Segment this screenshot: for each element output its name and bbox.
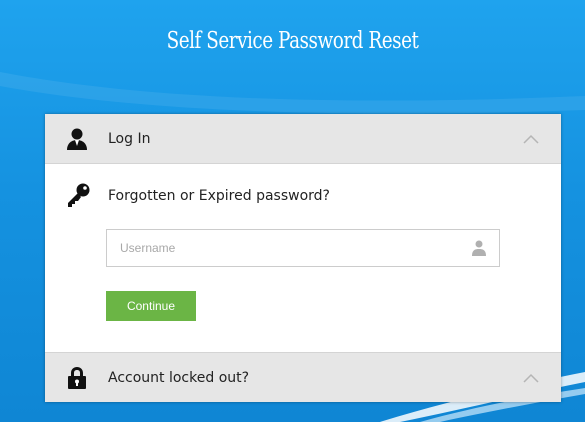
key-icon xyxy=(68,183,90,207)
username-input[interactable] xyxy=(107,230,470,266)
login-panel: Log In Forgotten or Expired password? Co… xyxy=(45,114,561,402)
user-icon xyxy=(67,128,87,150)
chevron-up-icon[interactable] xyxy=(523,134,539,144)
username-field[interactable] xyxy=(106,229,500,267)
forgotten-password-row: Forgotten or Expired password? xyxy=(45,182,561,212)
user-icon xyxy=(472,240,486,256)
lock-icon xyxy=(68,366,86,389)
page-title: Self Service Password Reset xyxy=(166,28,419,54)
chevron-up-icon[interactable] xyxy=(523,373,539,383)
locked-section-header[interactable]: Account locked out? xyxy=(45,352,561,402)
login-section-header[interactable]: Log In xyxy=(45,114,561,164)
login-section-label: Log In xyxy=(108,130,151,147)
locked-section-label: Account locked out? xyxy=(108,369,250,386)
continue-button[interactable]: Continue xyxy=(106,291,196,321)
forgotten-password-text: Forgotten or Expired password? xyxy=(108,188,330,204)
